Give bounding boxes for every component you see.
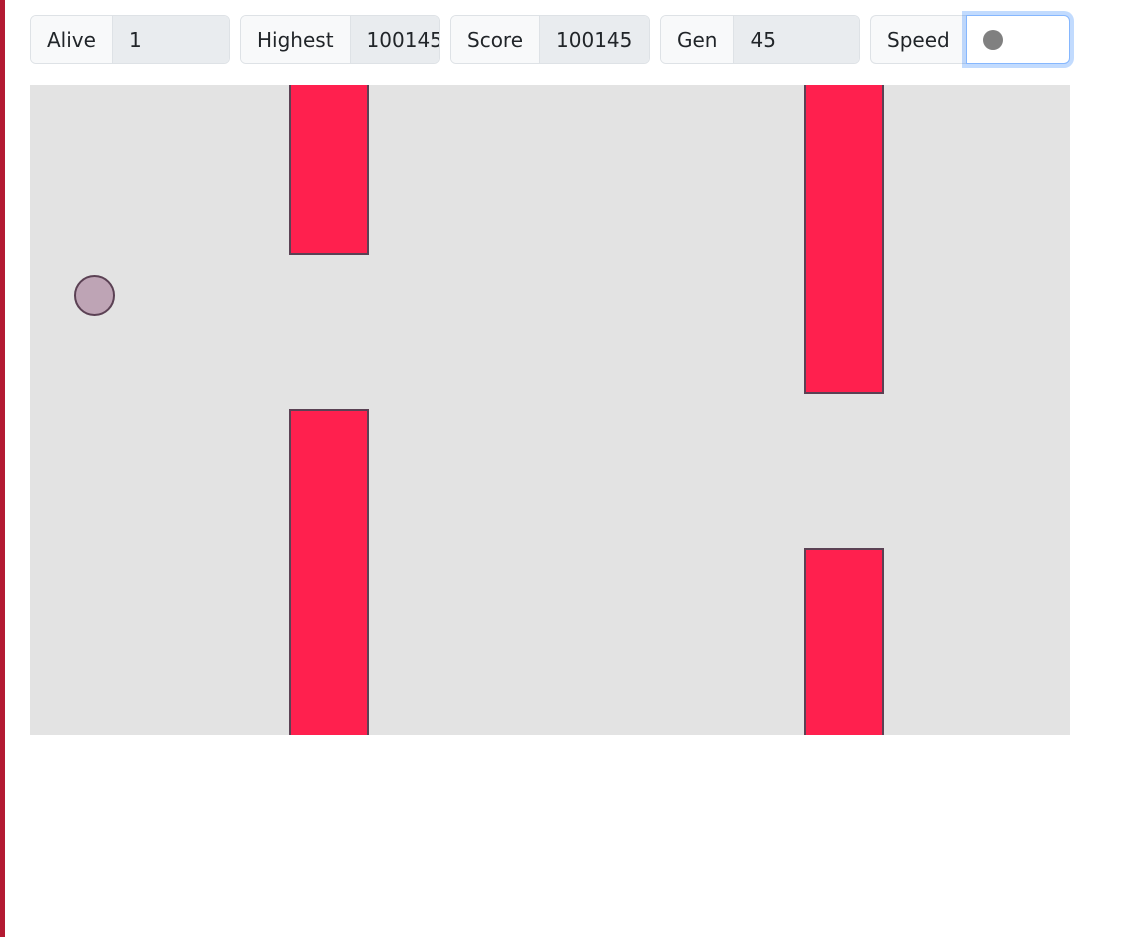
gen-stat: Gen 45 [660,15,860,64]
pipe-bottom-1 [289,409,369,735]
bird [74,275,115,316]
game-canvas[interactable] [30,85,1070,735]
alive-stat: Alive 1 [30,15,230,64]
pipe-bottom-2 [804,548,884,735]
speed-slider-handle[interactable] [982,29,1003,50]
pipe-top-1 [289,85,369,255]
score-label: Score [451,16,541,63]
score-value: 100145 [540,16,649,63]
pipe-top-2 [804,85,884,394]
gen-label: Gen [661,16,735,63]
highest-label: Highest [241,16,351,63]
left-accent-bar [0,0,5,937]
alive-value: 1 [112,16,229,63]
alive-label: Alive [31,16,113,63]
score-stat: Score 100145 [450,15,650,64]
highest-stat: Highest 100145 [240,15,440,64]
speed-slider[interactable] [965,15,1070,64]
gen-value: 45 [734,16,859,63]
speed-control: Speed [870,15,1070,64]
speed-label: Speed [870,15,966,64]
highest-value: 100145 [350,16,439,63]
